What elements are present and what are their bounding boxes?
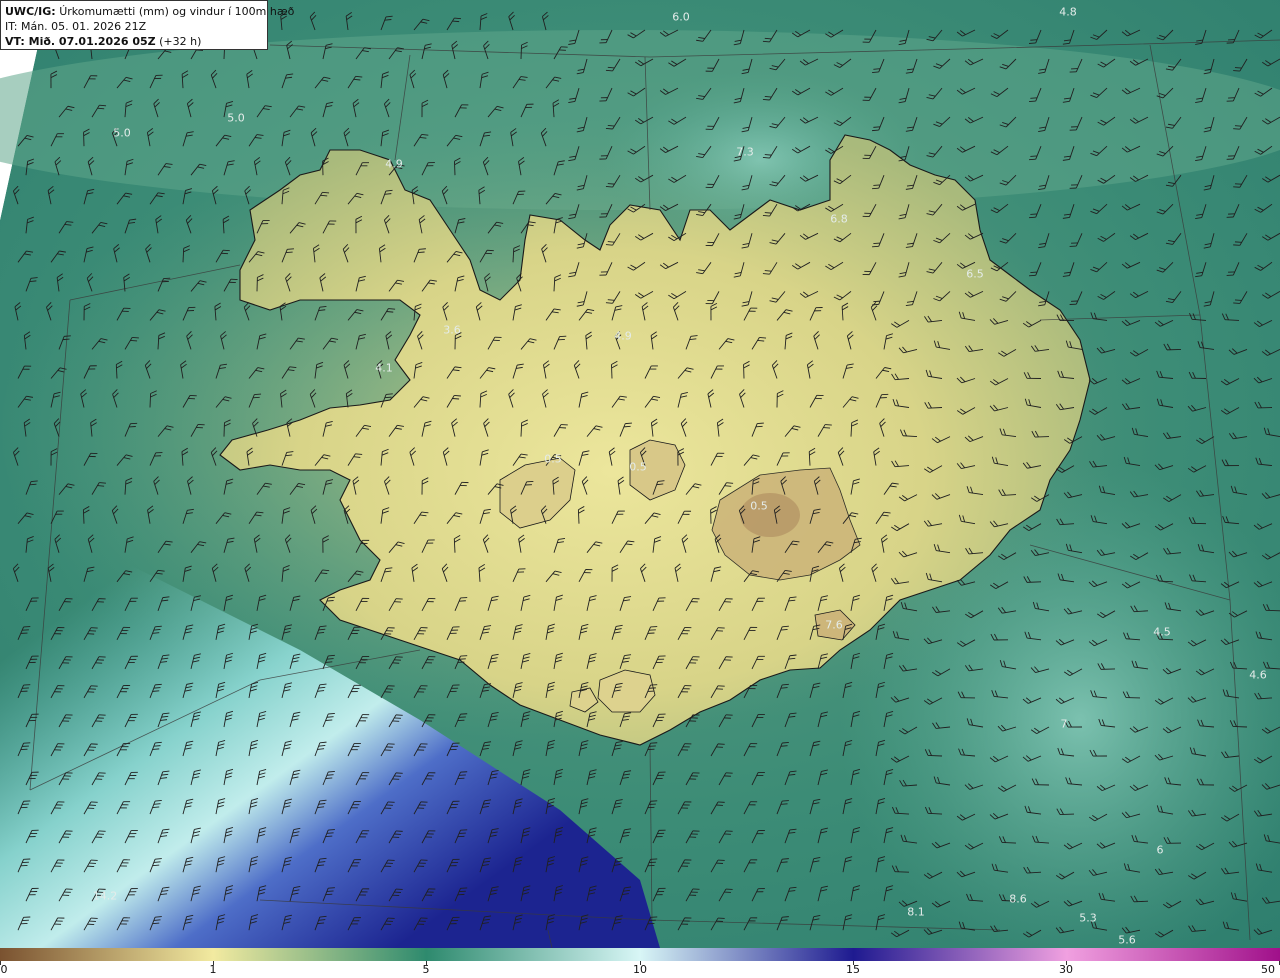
value-label: 6	[1156, 843, 1164, 857]
map-canvas	[0, 0, 1280, 948]
colorbar-label: 5	[422, 963, 430, 976]
header-title-line: UWC/IG: Úrkomumætti (mm) og vindur í 100…	[5, 4, 294, 19]
value-label: 5.0	[113, 126, 131, 140]
value-label: 4.1	[375, 361, 393, 375]
value-label: 5.0	[227, 111, 245, 125]
value-label: 4.5	[1153, 625, 1171, 639]
valid-time-line: VT: Mið. 07.01.2026 05Z (+32 h)	[5, 34, 263, 49]
value-label: 4.9	[385, 157, 403, 171]
value-label: 0.5	[750, 499, 768, 513]
lead-time: (+32 h)	[159, 35, 202, 48]
value-label: 6.5	[966, 267, 984, 281]
colorbar-label: 10	[633, 963, 647, 976]
map-header: UWC/IG: Úrkomumætti (mm) og vindur í 100…	[0, 0, 294, 50]
valid-time: VT: Mið. 07.01.2026 05Z	[5, 35, 156, 48]
product-title: Úrkomumætti (mm) og vindur í 100m hæð	[59, 5, 295, 18]
colorbar-label: 50	[1261, 963, 1275, 976]
value-label: 5.6	[1118, 933, 1136, 947]
colorbar-label: 30	[1059, 963, 1073, 976]
colorbar-label: 0	[0, 963, 8, 976]
init-time: IT: Mán. 05. 01. 2026 21Z	[5, 20, 147, 33]
value-label: 4.6	[1249, 668, 1267, 682]
precip-colorbar: 0 1 5 10 15 30 50	[0, 948, 1280, 978]
colorbar-label: 1	[209, 963, 217, 976]
value-label: 4.9	[614, 329, 632, 343]
value-label: 0.5	[629, 460, 647, 474]
value-label: 7.6	[825, 618, 843, 632]
value-label: 3.6	[443, 323, 461, 337]
vatnajokull-peak	[740, 493, 800, 537]
value-label: 8.6	[1009, 892, 1027, 906]
value-label: 14.2	[92, 889, 118, 903]
model-name: UWC/IG:	[5, 5, 56, 18]
colorbar-ramp	[0, 948, 1280, 961]
value-label: 5.3	[1079, 911, 1097, 925]
colorbar-label: 15	[846, 963, 860, 976]
value-label: 7.3	[736, 145, 754, 159]
value-label: 7	[1060, 717, 1068, 731]
value-label: 8.1	[907, 905, 925, 919]
forecast-map	[0, 0, 1280, 948]
value-label: 0.5	[544, 452, 562, 466]
value-label: 6.0	[672, 10, 690, 24]
value-label: 4.8	[1059, 5, 1077, 19]
value-label: 6.8	[830, 212, 848, 226]
